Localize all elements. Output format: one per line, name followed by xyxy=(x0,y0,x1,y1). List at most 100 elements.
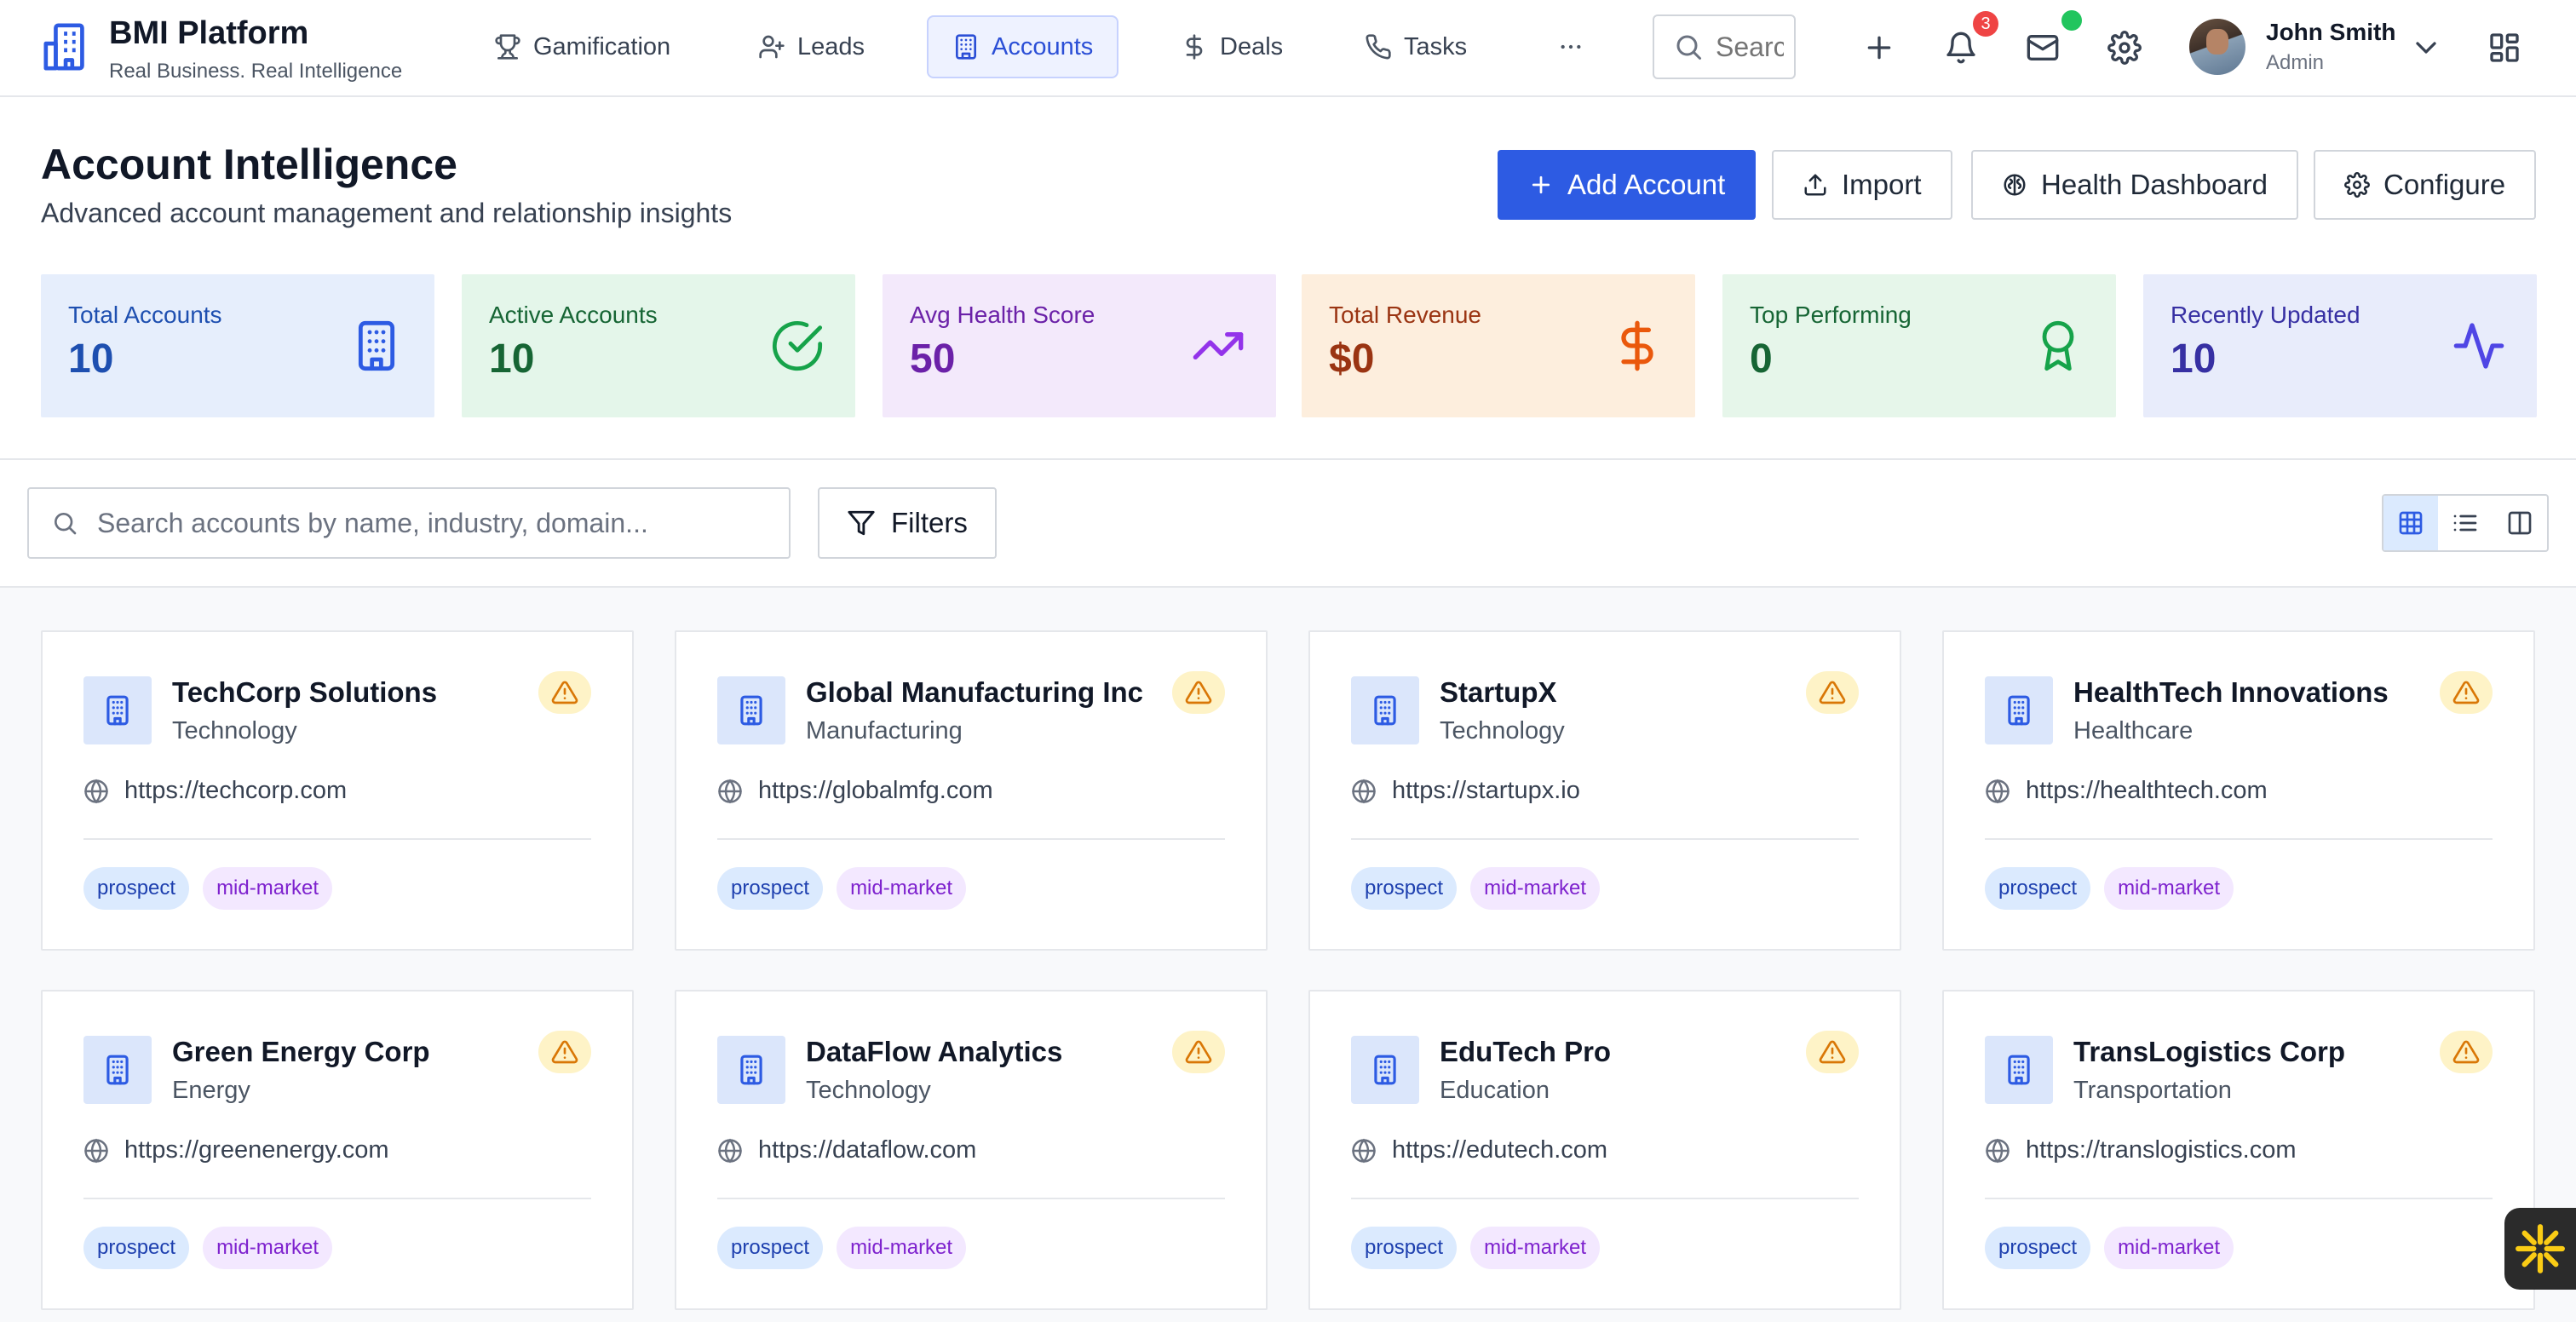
dollar-icon xyxy=(1621,320,1653,371)
nav-item-leads[interactable]: Leads xyxy=(734,15,888,78)
global-search-input[interactable] xyxy=(1716,31,1784,63)
account-card[interactable]: TransLogistics Corp Transportation https:/… xyxy=(1942,990,2535,1310)
user-menu-toggle[interactable] xyxy=(2402,26,2450,70)
list-view-button[interactable] xyxy=(2438,496,2493,550)
globe-icon xyxy=(84,1138,108,1163)
account-website[interactable]: https://techcorp.com xyxy=(83,777,347,805)
alert-triangle-icon xyxy=(2452,681,2480,704)
add-account-button[interactable]: Add Account xyxy=(1498,150,1757,220)
tag-segment: mid-market xyxy=(1470,867,1601,910)
sparkle-icon xyxy=(2516,1224,2565,1273)
filters-button[interactable]: Filters xyxy=(818,487,997,559)
nav-more-button[interactable] xyxy=(1533,15,1608,78)
account-name[interactable]: Global Manufacturing Inc xyxy=(806,676,1143,709)
user-name[interactable]: John Smith xyxy=(2266,19,2395,46)
account-card[interactable]: StartupX Technology https://startupx.io pro… xyxy=(1308,630,1901,951)
plus-icon xyxy=(1867,36,1891,60)
user-avatar[interactable] xyxy=(2189,19,2245,75)
account-card[interactable]: Global Manufacturing Inc Manufacturing htt… xyxy=(675,630,1268,951)
split-view-button[interactable] xyxy=(2493,496,2547,550)
account-tags: prospect mid-market xyxy=(1351,867,1601,910)
dollar-icon xyxy=(1186,34,1203,60)
settings-button[interactable] xyxy=(2102,26,2147,70)
configure-button[interactable]: Configure xyxy=(2314,150,2537,220)
tag-segment: mid-market xyxy=(203,1227,333,1269)
nav-label: Accounts xyxy=(992,32,1094,60)
nav-label: Leads xyxy=(797,32,865,60)
account-card[interactable]: HealthTech Innovations Healthcare https://… xyxy=(1942,630,2535,951)
tag-status: prospect xyxy=(1985,1227,2091,1269)
account-name[interactable]: EduTech Pro xyxy=(1440,1036,1611,1068)
nav-item-tasks[interactable]: Tasks xyxy=(1341,15,1491,78)
search-icon xyxy=(55,513,77,535)
messages-button[interactable] xyxy=(2021,26,2065,70)
health-warning-badge[interactable] xyxy=(538,671,591,714)
stat-card-recently-updated[interactable]: Recently Updated 10 xyxy=(2143,274,2537,417)
building-icon xyxy=(956,34,976,60)
award-icon xyxy=(2042,320,2074,371)
account-website[interactable]: https://greenenergy.com xyxy=(83,1136,389,1164)
global-search[interactable] xyxy=(1653,14,1796,79)
page-title: Account Intelligence xyxy=(41,141,457,188)
health-warning-badge[interactable] xyxy=(2440,1031,2493,1073)
account-name[interactable]: TransLogistics Corp xyxy=(2073,1036,2345,1068)
apps-menu-button[interactable] xyxy=(2482,26,2527,70)
tag-status: prospect xyxy=(1985,867,2091,910)
account-website[interactable]: https://healthtech.com xyxy=(1985,777,2268,805)
account-card[interactable]: DataFlow Analytics Technology https://data… xyxy=(675,990,1268,1310)
globe-icon xyxy=(718,779,742,803)
assistant-widget[interactable] xyxy=(2504,1208,2576,1290)
account-search[interactable] xyxy=(27,487,791,559)
check-circle-icon xyxy=(772,321,823,371)
account-industry: Technology xyxy=(806,1077,931,1104)
building-icon xyxy=(2008,1055,2030,1085)
alert-triangle-icon xyxy=(1819,1040,1846,1064)
stat-card-avg-health-score[interactable]: Avg Health Score 50 xyxy=(883,274,1276,417)
account-logo xyxy=(1985,676,2053,744)
online-status-dot xyxy=(2061,10,2082,31)
alert-triangle-icon xyxy=(551,681,578,704)
account-card[interactable]: Green Energy Corp Energy https://greenener… xyxy=(41,990,634,1310)
account-name[interactable]: TechCorp Solutions xyxy=(172,676,437,709)
account-website[interactable]: https://dataflow.com xyxy=(717,1136,976,1164)
stat-card-active-accounts[interactable]: Active Accounts 10 xyxy=(462,274,855,417)
layout-grid-icon xyxy=(2490,33,2519,62)
health-warning-badge[interactable] xyxy=(1806,671,1859,714)
account-name[interactable]: DataFlow Analytics xyxy=(806,1036,1062,1068)
tag-segment: mid-market xyxy=(837,867,967,910)
health-warning-badge[interactable] xyxy=(538,1031,591,1073)
account-card[interactable]: EduTech Pro Education https://edutech.com p… xyxy=(1308,990,1901,1310)
health-warning-badge[interactable] xyxy=(1806,1031,1859,1073)
card-divider xyxy=(1351,838,1859,840)
grid-view-button[interactable] xyxy=(2383,496,2438,550)
nav-label: Deals xyxy=(1220,32,1284,60)
account-name[interactable]: HealthTech Innovations xyxy=(2073,676,2389,709)
health-dashboard-button[interactable]: Health Dashboard xyxy=(1971,150,2298,220)
nav-item-accounts[interactable]: Accounts xyxy=(927,15,1119,78)
stat-card-total-revenue[interactable]: Total Revenue $0 xyxy=(1302,274,1695,417)
health-warning-badge[interactable] xyxy=(1172,671,1225,714)
create-button[interactable] xyxy=(1857,26,1901,70)
account-website-text: https://startupx.io xyxy=(1392,777,1580,804)
account-website[interactable]: https://edutech.com xyxy=(1351,1136,1607,1164)
account-website[interactable]: https://translogistics.com xyxy=(1985,1136,2297,1164)
account-card[interactable]: TechCorp Solutions Technology https://tech… xyxy=(41,630,634,951)
account-website-text: https://globalmfg.com xyxy=(758,777,993,804)
stat-card-total-accounts[interactable]: Total Accounts 10 xyxy=(41,274,434,417)
card-divider xyxy=(1985,1198,2493,1199)
account-industry: Education xyxy=(1440,1077,1550,1104)
stat-card-top-performing[interactable]: Top Performing 0 xyxy=(1722,274,2116,417)
account-name[interactable]: StartupX xyxy=(1440,676,1557,709)
card-divider xyxy=(1351,1198,1859,1199)
health-warning-badge[interactable] xyxy=(2440,671,2493,714)
nav-item-gamification[interactable]: Gamification xyxy=(470,15,694,78)
account-name[interactable]: Green Energy Corp xyxy=(172,1036,430,1068)
account-search-input[interactable] xyxy=(97,507,789,539)
nav-item-deals[interactable]: Deals xyxy=(1157,15,1307,78)
health-warning-badge[interactable] xyxy=(1172,1031,1225,1073)
columns-icon xyxy=(2508,511,2532,535)
account-website[interactable]: https://startupx.io xyxy=(1351,777,1580,805)
account-website[interactable]: https://globalmfg.com xyxy=(717,777,993,805)
import-button[interactable]: Import xyxy=(1772,150,1952,220)
filters-label: Filters xyxy=(891,507,968,538)
